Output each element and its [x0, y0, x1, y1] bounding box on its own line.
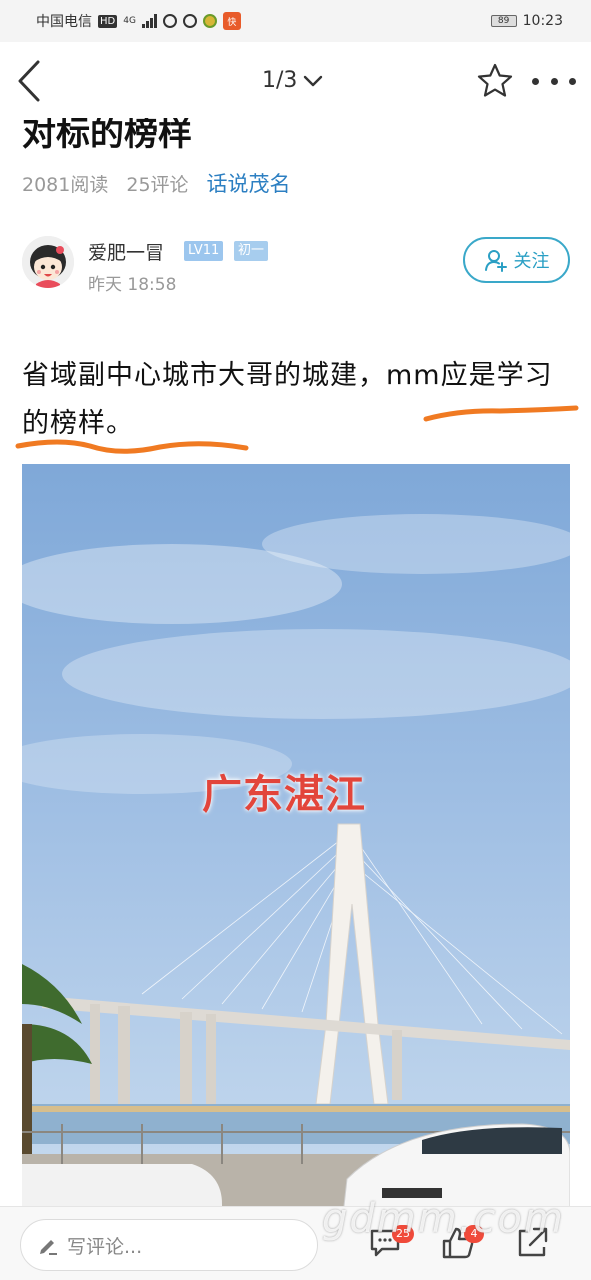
post-body-text: 省域副中心城市大哥的城建，mm应是学习的榜样。: [22, 360, 553, 439]
read-count: 2081阅读: [22, 173, 109, 196]
follow-label: 关注: [513, 251, 550, 272]
signal-icon: [141, 14, 157, 28]
rank-badge: 初一: [234, 241, 269, 261]
comment-count: 25评论: [126, 173, 189, 196]
image-caption: 广东湛江: [202, 772, 366, 818]
add-user-icon: [484, 250, 507, 272]
favorite-button[interactable]: [476, 62, 514, 100]
article-meta: 2081阅读 25评论 话说茂名: [22, 168, 291, 198]
more-icon: [532, 77, 539, 85]
status-right: 89 10:23: [490, 13, 563, 29]
more-button[interactable]: [532, 70, 576, 92]
follow-button[interactable]: 关注: [463, 237, 570, 283]
page-indicator[interactable]: 1/3: [262, 68, 323, 93]
nav-bar: 1/3: [0, 42, 591, 120]
avatar[interactable]: [22, 236, 74, 288]
clock: 10:23: [522, 13, 563, 29]
star-icon: [477, 63, 513, 97]
back-button[interactable]: [14, 56, 50, 106]
author-name[interactable]: 爱肥一冒: [88, 238, 164, 265]
news-app-icon: 快: [222, 12, 241, 30]
browser-icon: [182, 14, 197, 28]
battery-icon: 89: [490, 15, 517, 27]
comment-placeholder: 写评论...: [67, 1235, 143, 1258]
hd-badge: HD: [98, 14, 118, 28]
avatar-image: [22, 236, 74, 288]
topic-link[interactable]: 话说茂名: [207, 168, 291, 198]
weibo-icon: [162, 14, 177, 28]
app-icon: [202, 14, 217, 28]
network-label: 4G: [123, 16, 136, 26]
chevron-down-icon: [304, 75, 323, 86]
level-badge: LV11: [184, 241, 224, 261]
article-title: 对标的榜样: [22, 114, 192, 154]
comment-input[interactable]: 写评论...: [20, 1219, 318, 1271]
watermark: gdmm.com: [322, 1196, 565, 1242]
page-indicator-label: 1/3: [262, 68, 298, 93]
status-bar: 中国电信 HD 4G 快 89 10:23: [0, 0, 591, 42]
carrier-label: 中国电信: [36, 14, 92, 30]
back-arrow-icon: [18, 60, 40, 102]
status-left: 中国电信 HD 4G 快: [36, 11, 241, 31]
author-row: 爱肥一冒 LV11 初一 昨天 18:58 关注: [22, 236, 572, 295]
pencil-icon: [40, 1240, 57, 1255]
bridge-photo: [22, 464, 570, 1224]
post-time: 昨天 18:58: [88, 275, 177, 295]
post-image[interactable]: 广东湛江: [22, 464, 570, 1224]
